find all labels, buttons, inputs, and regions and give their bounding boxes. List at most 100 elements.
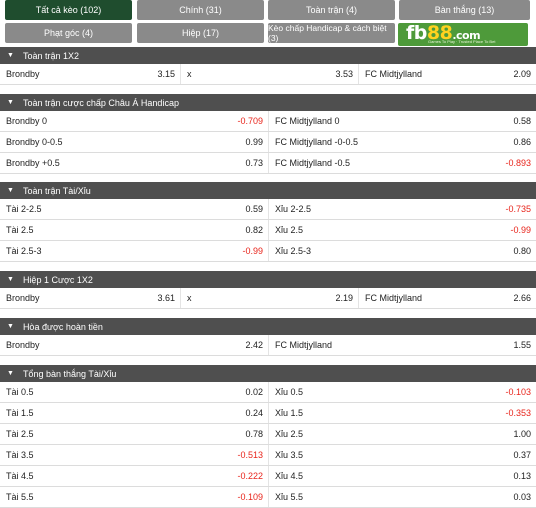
tab-corners[interactable]: Phạt góc (4) bbox=[5, 23, 132, 43]
odds-value: 1.55 bbox=[513, 340, 531, 350]
odds-cell[interactable]: FC Midtjylland 2.09 bbox=[358, 64, 536, 84]
odds-row: Tài 2.5-3 -0.99 Xỉu 2.5-3 0.80 bbox=[0, 241, 536, 262]
section-header[interactable]: ▼ Toàn trận 1X2 bbox=[0, 47, 536, 64]
odds-row: Brondby 2.42 FC Midtjylland 1.55 bbox=[0, 335, 536, 356]
odds-cell[interactable]: Xỉu 4.5 0.13 bbox=[268, 466, 536, 486]
odds-cell[interactable]: Xỉu 3.5 0.37 bbox=[268, 445, 536, 465]
odds-value: 1.00 bbox=[513, 429, 531, 439]
odds-cell[interactable]: Brondby 0-0.5 0.99 bbox=[0, 132, 268, 152]
odds-row: Tài 1.5 0.24 Xỉu 1.5 -0.353 bbox=[0, 403, 536, 424]
selection-label: Xỉu 3.5 bbox=[275, 450, 304, 460]
section-title: Toàn trận 1X2 bbox=[22, 50, 79, 61]
tab-all-markets[interactable]: Tất cả kèo (102) bbox=[5, 0, 132, 20]
section-header[interactable]: ▼ Tổng bàn thắng Tài/Xỉu bbox=[0, 365, 536, 382]
selection-label: Xỉu 0.5 bbox=[275, 387, 304, 397]
chevron-down-icon[interactable]: ▼ bbox=[7, 370, 14, 377]
odds-cell[interactable]: FC Midtjylland -0.5 -0.893 bbox=[268, 153, 536, 173]
chevron-down-icon[interactable]: ▼ bbox=[7, 187, 14, 194]
odds-value: -0.893 bbox=[505, 158, 531, 168]
odds-value: -0.709 bbox=[237, 116, 263, 126]
chevron-down-icon[interactable]: ▼ bbox=[7, 52, 14, 59]
odds-value: 2.42 bbox=[245, 340, 263, 350]
section-header[interactable]: ▼ Hòa được hoàn tiền bbox=[0, 318, 536, 335]
odds-cell[interactable]: Brondby 3.15 bbox=[0, 64, 180, 84]
odds-cell[interactable]: Brondby 0 -0.709 bbox=[0, 111, 268, 131]
odds-cell[interactable]: Brondby 2.42 bbox=[0, 335, 268, 355]
odds-value: 0.99 bbox=[245, 137, 263, 147]
odds-cell[interactable]: Xỉu 2-2.5 -0.735 bbox=[268, 199, 536, 219]
odds-row: Brondby 0 -0.709 FC Midtjylland 0 0.58 bbox=[0, 111, 536, 132]
selection-label: Brondby 0 bbox=[6, 116, 48, 126]
tab-goals[interactable]: Bàn thắng (13) bbox=[399, 0, 530, 20]
chevron-down-icon[interactable]: ▼ bbox=[7, 276, 14, 283]
odds-cell[interactable]: Xỉu 5.5 0.03 bbox=[268, 487, 536, 507]
odds-cell[interactable]: Xỉu 1.5 -0.353 bbox=[268, 403, 536, 423]
odds-cell[interactable]: Tài 1.5 0.24 bbox=[0, 403, 268, 423]
odds-row: Tài 3.5 -0.513 Xỉu 3.5 0.37 bbox=[0, 445, 536, 466]
odds-cell[interactable]: Tài 2.5 0.82 bbox=[0, 220, 268, 240]
odds-cell[interactable]: Tài 3.5 -0.513 bbox=[0, 445, 268, 465]
odds-cell[interactable]: x 3.53 bbox=[180, 64, 358, 84]
selection-label: Tài 2.5 bbox=[6, 429, 34, 439]
odds-cell[interactable]: Tài 4.5 -0.222 bbox=[0, 466, 268, 486]
odds-cell[interactable]: Xỉu 2.5 1.00 bbox=[268, 424, 536, 444]
odds-cell[interactable]: Xỉu 0.5 -0.103 bbox=[268, 382, 536, 402]
odds-cell[interactable]: Xỉu 2.5 -0.99 bbox=[268, 220, 536, 240]
section-header[interactable]: ▼ Toàn trận cược chấp Châu Á Handicap bbox=[0, 94, 536, 111]
odds-cell[interactable]: Brondby +0.5 0.73 bbox=[0, 153, 268, 173]
section-title: Hiệp 1 Cược 1X2 bbox=[22, 274, 93, 285]
selection-label: Tài 2.5-3 bbox=[6, 246, 42, 256]
selection-label: Xỉu 1.5 bbox=[275, 408, 304, 418]
logo-tagline: Games To Play · Trusted Place To Bet bbox=[428, 39, 496, 44]
odds-value: 2.19 bbox=[335, 293, 353, 303]
selection-label: Xỉu 4.5 bbox=[275, 471, 304, 481]
odds-cell[interactable]: Tài 0.5 0.02 bbox=[0, 382, 268, 402]
tab-main[interactable]: Chính (31) bbox=[137, 0, 264, 20]
selection-label: Brondby bbox=[6, 293, 40, 303]
odds-value: 2.09 bbox=[513, 69, 531, 79]
odds-cell[interactable]: FC Midtjylland 1.55 bbox=[268, 335, 536, 355]
odds-cell[interactable]: Tài 2.5 0.78 bbox=[0, 424, 268, 444]
market-section: ▼ Hiệp 1 Cược 1X2 Brondby 3.61 x 2.19 FC Midtj… bbox=[0, 271, 536, 309]
chevron-down-icon[interactable]: ▼ bbox=[7, 99, 14, 106]
odds-value: 0.37 bbox=[513, 450, 531, 460]
market-section: ▼ Toàn trận Tài/Xỉu Tài 2-2.5 0.59 Xỉu 2-2.5… bbox=[0, 182, 536, 262]
odds-row: Brondby 3.15 x 3.53 FC Midtjylland 2.09 bbox=[0, 64, 536, 85]
odds-cell[interactable]: FC Midtjylland 0 0.58 bbox=[268, 111, 536, 131]
odds-value: 2.66 bbox=[513, 293, 531, 303]
tab-handicap-margin[interactable]: Kèo chấp Handicap & cách biệt (3) bbox=[268, 23, 395, 43]
odds-cell[interactable]: Xỉu 2.5-3 0.80 bbox=[268, 241, 536, 261]
selection-label: Tài 2-2.5 bbox=[6, 204, 42, 214]
odds-value: 0.02 bbox=[245, 387, 263, 397]
selection-label: Tài 3.5 bbox=[6, 450, 34, 460]
odds-row: Brondby +0.5 0.73 FC Midtjylland -0.5 -0.89… bbox=[0, 153, 536, 174]
chevron-down-icon[interactable]: ▼ bbox=[7, 323, 14, 330]
odds-cell[interactable]: Tài 2-2.5 0.59 bbox=[0, 199, 268, 219]
odds-value: -0.353 bbox=[505, 408, 531, 418]
selection-label: x bbox=[187, 293, 192, 303]
odds-value: 0.03 bbox=[513, 492, 531, 502]
odds-cell[interactable]: FC Midtjylland 2.66 bbox=[358, 288, 536, 308]
section-header[interactable]: ▼ Toàn trận Tài/Xỉu bbox=[0, 182, 536, 199]
odds-value: 3.53 bbox=[335, 69, 353, 79]
odds-value: 0.58 bbox=[513, 116, 531, 126]
odds-cell[interactable]: x 2.19 bbox=[180, 288, 358, 308]
odds-value: 0.13 bbox=[513, 471, 531, 481]
odds-cell[interactable]: FC Midtjylland -0-0.5 0.86 bbox=[268, 132, 536, 152]
odds-row: Tài 2-2.5 0.59 Xỉu 2-2.5 -0.735 bbox=[0, 199, 536, 220]
odds-value: 3.15 bbox=[157, 69, 175, 79]
odds-row: Tài 2.5 0.78 Xỉu 2.5 1.00 bbox=[0, 424, 536, 445]
section-header[interactable]: ▼ Hiệp 1 Cược 1X2 bbox=[0, 271, 536, 288]
selection-label: x bbox=[187, 69, 192, 79]
fb88-logo: fb88.com Games To Play · Trusted Place T… bbox=[398, 23, 528, 46]
odds-cell[interactable]: Tài 2.5-3 -0.99 bbox=[0, 241, 268, 261]
odds-value: 0.86 bbox=[513, 137, 531, 147]
section-title: Tổng bàn thắng Tài/Xỉu bbox=[22, 368, 117, 379]
odds-cell[interactable]: Brondby 3.61 bbox=[0, 288, 180, 308]
odds-cell[interactable]: Tài 5.5 -0.109 bbox=[0, 487, 268, 507]
odds-value: -0.513 bbox=[237, 450, 263, 460]
tab-full-match[interactable]: Toàn trận (4) bbox=[268, 0, 395, 20]
selection-label: Tài 2.5 bbox=[6, 225, 34, 235]
tab-halves[interactable]: Hiệp (17) bbox=[137, 23, 264, 43]
odds-value: -0.222 bbox=[237, 471, 263, 481]
